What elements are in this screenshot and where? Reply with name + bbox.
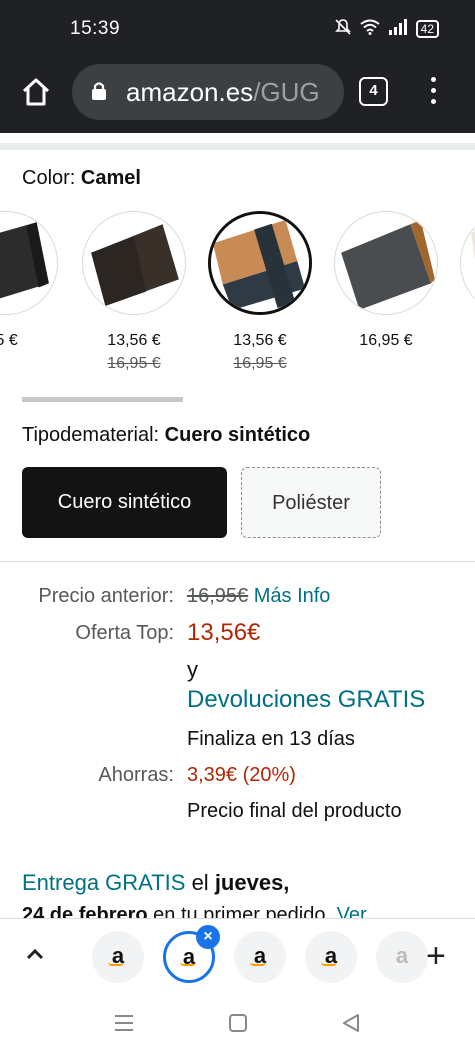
mute-icon: [334, 18, 352, 40]
tab-amazon[interactable]: a: [234, 931, 286, 983]
material-option-polyester[interactable]: Poliéster: [241, 467, 381, 538]
signal-icon: [388, 19, 408, 39]
swatch-grey[interactable]: [334, 211, 438, 315]
tab-switcher-button[interactable]: 4: [359, 77, 388, 106]
page-content: Color: Camel ,95 € 13,56 € 16,95 € 13,56…: [0, 133, 475, 918]
previous-price: 16,95€: [187, 585, 249, 607]
lock-icon: [92, 82, 106, 100]
swatch-price: 16,95 €: [359, 332, 413, 349]
browser-toolbar: amazon.es/GUG 4: [0, 60, 475, 133]
final-price-text: Precio final del producto: [187, 800, 402, 822]
chevron-up-icon: [26, 948, 44, 960]
previous-price-row: 16,95€ Más Info: [187, 585, 330, 608]
divider: [0, 561, 475, 562]
swatch-scrollbar[interactable]: [22, 397, 183, 402]
and-text: y: [187, 657, 198, 682]
expand-tabs-button[interactable]: [22, 943, 48, 967]
offer-price: 13,56€: [187, 619, 261, 646]
tab-amazon[interactable]: a: [376, 931, 428, 983]
free-returns-link[interactable]: Devoluciones GRATIS: [187, 686, 425, 714]
wifi-icon: [360, 19, 380, 39]
status-time: 15:39: [70, 18, 121, 39]
recents-icon[interactable]: [114, 1014, 134, 1032]
swatch-old-price: 16,95 €: [107, 355, 161, 372]
savings-value: 3,39€ (20%): [187, 764, 296, 786]
swatch-dark-brown[interactable]: [82, 211, 186, 315]
home-icon: [22, 78, 50, 106]
swatch-price: 13,56 €: [233, 332, 287, 349]
swatch-cream[interactable]: [460, 211, 475, 315]
more-info-link[interactable]: Más Info: [254, 585, 331, 607]
swatch-price: ,95 €: [0, 332, 18, 349]
close-tab-icon[interactable]: ×: [196, 925, 220, 949]
system-nav-bar: [0, 992, 475, 1056]
section-divider: [0, 143, 475, 150]
swatch-camel[interactable]: [208, 211, 312, 315]
back-icon[interactable]: [342, 1013, 360, 1033]
battery-icon: 42: [415, 20, 439, 38]
savings-label: Ahorras:: [98, 764, 174, 786]
previous-price-label: Precio anterior:: [38, 585, 174, 607]
material-label: Tipodematerial: Cuero sintético: [22, 424, 311, 446]
tab-strip: a a × a a a +: [0, 918, 475, 992]
offer-label: Oferta Top:: [75, 622, 174, 644]
home-button[interactable]: [18, 74, 54, 110]
free-delivery-link[interactable]: Entrega GRATIS: [22, 870, 185, 895]
material-option-synthetic-leather[interactable]: Cuero sintético: [22, 467, 227, 538]
tab-amazon[interactable]: a: [92, 931, 144, 983]
status-icons: 42: [334, 18, 439, 40]
more-options-icon[interactable]: [425, 75, 441, 109]
new-tab-button[interactable]: +: [426, 939, 446, 973]
url-text: amazon.es/GUG: [126, 77, 320, 107]
status-bar: 15:39 42: [0, 0, 475, 60]
view-details-link[interactable]: Ver: [337, 904, 367, 918]
offer-ends-text: Finaliza en 13 días: [187, 728, 355, 750]
color-label: Color: Camel: [22, 167, 141, 189]
url-field[interactable]: amazon.es/GUG: [72, 64, 344, 120]
swatch-old-price: 16,95 €: [233, 355, 287, 372]
delivery-line: Entrega GRATIS el jueves,: [22, 870, 290, 895]
swatch-price: 13,56 €: [107, 332, 161, 349]
swatch-black[interactable]: [0, 211, 58, 315]
home-nav-icon[interactable]: [229, 1014, 247, 1032]
delivery-date-line: 24 de febrero en tu primer pedido. Ver: [22, 904, 367, 918]
tab-amazon[interactable]: a: [305, 931, 357, 983]
